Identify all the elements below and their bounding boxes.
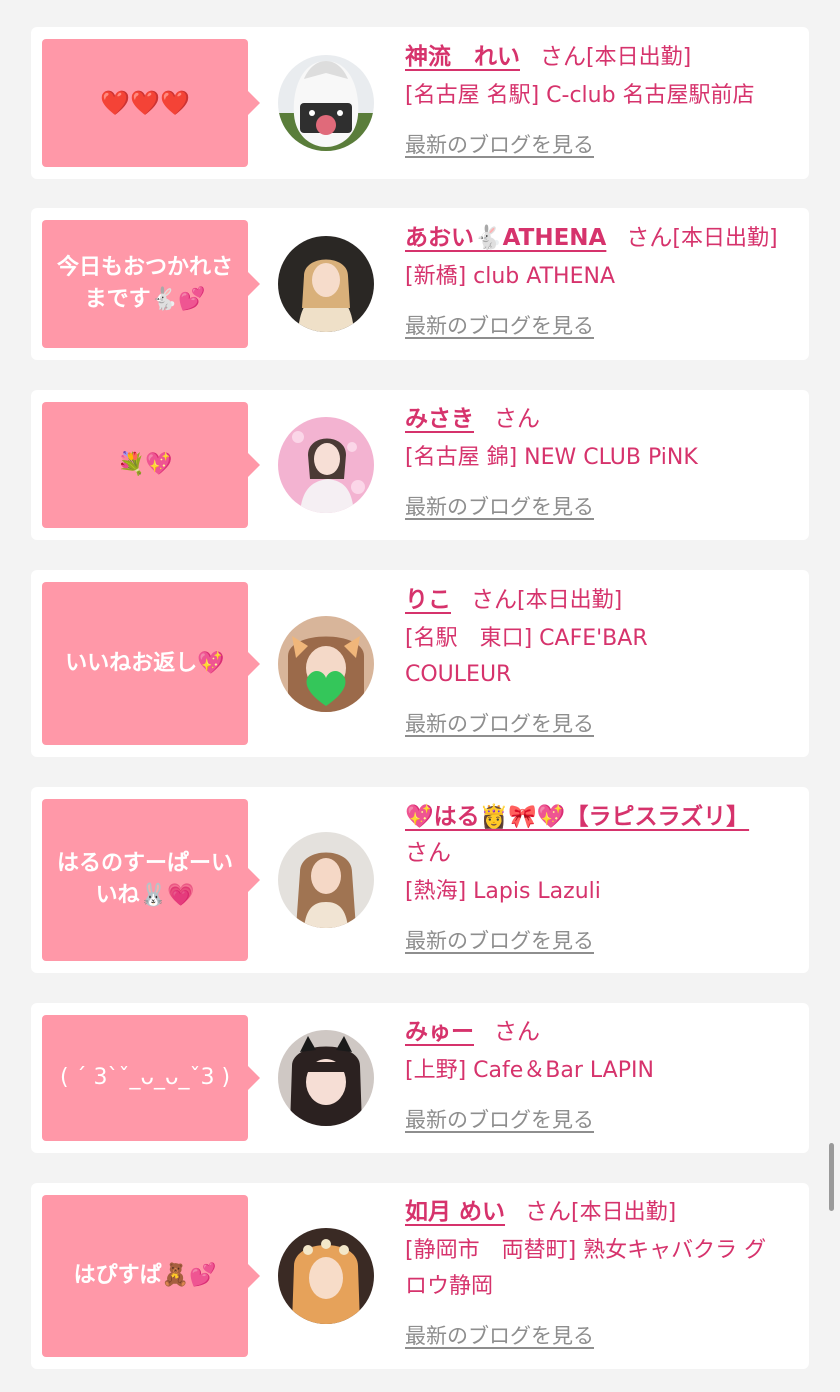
avatar[interactable] xyxy=(278,1228,374,1324)
latest-blog-link[interactable]: 最新のブログを見る xyxy=(405,311,803,341)
avatar-image xyxy=(278,55,374,151)
honorific: さん xyxy=(494,406,540,432)
comment-bubble: ❤️❤️❤️ xyxy=(42,39,260,167)
entry-info: みゅー さん [上野] Cafe＆Bar LAPIN 最新のブログを見る xyxy=(405,1014,803,1135)
name-line: りこ さん[本日出勤] xyxy=(405,582,803,619)
cast-name-link[interactable]: 如月 めい xyxy=(405,1199,505,1225)
latest-blog-link[interactable]: 最新のブログを見る xyxy=(405,1321,803,1351)
name-line: 💖はる👸🎀💖【ラピスラズリ】さん xyxy=(405,799,749,872)
entry-info: 💖はる👸🎀💖【ラピスラズリ】さん [熱海] Lapis Lazuli 最新のブロ… xyxy=(405,799,803,956)
cast-name-link[interactable]: 神流 れい xyxy=(405,44,520,70)
avatar[interactable] xyxy=(278,616,374,712)
list-item: ❤️❤️❤️ 神流 れい さん[本日出勤] [名古屋 名駅] C-club 名古屋… xyxy=(31,27,809,179)
avatar-image xyxy=(278,417,374,513)
avatar[interactable] xyxy=(278,1030,374,1126)
blog-recommendation-list: ❤️❤️❤️ 神流 れい さん[本日出勤] [名古屋 名駅] C-club 名古屋… xyxy=(0,0,840,1392)
avatar-image xyxy=(278,832,374,928)
avatar-image xyxy=(278,1030,374,1126)
entry-info: りこ さん[本日出勤] [名駅 東口] CAFE'BAR COULEUR 最新のブ… xyxy=(405,582,803,739)
latest-blog-link[interactable]: 最新のブログを見る xyxy=(405,1105,803,1135)
comment-bubble: はぴすぱ🧸💕 xyxy=(42,1195,260,1357)
latest-blog-link[interactable]: 最新のブログを見る xyxy=(405,926,803,956)
cast-name-link[interactable]: みさき xyxy=(405,406,474,432)
comment-bubble: 💐💖 xyxy=(42,402,260,528)
avatar[interactable] xyxy=(278,236,374,332)
latest-blog-link[interactable]: 最新のブログを見る xyxy=(405,130,803,160)
honorific: さん xyxy=(525,1199,572,1225)
latest-blog-link[interactable]: 最新のブログを見る xyxy=(405,492,803,522)
name-line: あおい🐇ATHENA さん[本日出勤] xyxy=(405,220,803,257)
name-line: 神流 れい さん[本日出勤] xyxy=(405,39,803,76)
scrollbar[interactable] xyxy=(829,1143,834,1211)
shift-status: [本日出勤] xyxy=(586,45,692,70)
entry-info: 神流 れい さん[本日出勤] [名古屋 名駅] C-club 名古屋駅前店 最新の… xyxy=(405,39,803,160)
list-item: 💐💖 みさき さん [名古屋 錦] NEW CLUB PiNK 最新のブログを見る xyxy=(31,390,809,540)
shift-status: [本日出勤] xyxy=(571,1200,677,1225)
latest-blog-link[interactable]: 最新のブログを見る xyxy=(405,709,803,739)
list-item: いいねお返し💖 りこ さん[本日出勤] [名駅 東口] CAFE'BAR COUL… xyxy=(31,570,809,757)
shop-label: [熱海] Lapis Lazuli xyxy=(405,879,601,904)
shop-label: [上野] Cafe＆Bar LAPIN xyxy=(405,1058,654,1083)
name-line: みゅー さん xyxy=(405,1014,803,1051)
name-line: 如月 めい さん[本日出勤] xyxy=(405,1194,803,1231)
shop-label: [名駅 東口] CAFE'BAR COULEUR xyxy=(405,626,648,687)
shop-label: [静岡市 両替町] 熟女キャバクラ グロウ静岡 xyxy=(405,1238,767,1299)
entry-info: みさき さん [名古屋 錦] NEW CLUB PiNK 最新のブログを見る xyxy=(405,401,803,522)
shop-label: [名古屋 名駅] C-club 名古屋駅前店 xyxy=(405,83,755,108)
avatar[interactable] xyxy=(278,417,374,513)
honorific: さん xyxy=(405,840,451,866)
comment-bubble: 今日もおつかれさ まです🐇💕 xyxy=(42,220,260,348)
avatar-image xyxy=(278,236,374,332)
list-item: 今日もおつかれさ まです🐇💕 あおい🐇ATHENA さん[本日出勤] [新橋] c… xyxy=(31,208,809,360)
shop-label: [名古屋 錦] NEW CLUB PiNK xyxy=(405,445,698,470)
shift-status: [本日出勤] xyxy=(672,226,778,251)
shop-label: [新橋] club ATHENA xyxy=(405,264,615,289)
comment-bubble: はるのすーぱーい いね🐰💗 xyxy=(42,799,260,961)
cast-name-link[interactable]: あおい🐇ATHENA xyxy=(405,225,606,251)
comment-bubble: ( ´ 3`ˇ_ᴗ_ᴗ_ˇ3 ) xyxy=(42,1015,260,1141)
entry-info: 如月 めい さん[本日出勤] [静岡市 両替町] 熟女キャバクラ グロウ静岡 最新… xyxy=(405,1194,803,1351)
cast-name-link[interactable]: 💖はる👸🎀💖【ラピスラズリ】 xyxy=(405,804,749,830)
honorific: さん xyxy=(540,44,586,70)
honorific: さん xyxy=(471,587,517,613)
comment-bubble: いいねお返し💖 xyxy=(42,582,260,745)
cast-name-link[interactable]: みゅー xyxy=(405,1019,474,1045)
cast-name-link[interactable]: りこ xyxy=(405,587,451,613)
list-item: ( ´ 3`ˇ_ᴗ_ᴗ_ˇ3 ) みゅー さん [上野] Cafe＆Bar LAP… xyxy=(31,1003,809,1153)
avatar[interactable] xyxy=(278,55,374,151)
list-item: はるのすーぱーい いね🐰💗 💖はる👸🎀💖【ラピスラズリ】さん [熱海] Lapi… xyxy=(31,787,809,973)
avatar-image xyxy=(278,1228,374,1324)
avatar[interactable] xyxy=(278,832,374,928)
list-item: はぴすぱ🧸💕 如月 めい さん[本日出勤] [静岡市 両替町] 熟女キャバクラ グ… xyxy=(31,1183,809,1369)
entry-info: あおい🐇ATHENA さん[本日出勤] [新橋] club ATHENA 最新のブ… xyxy=(405,220,803,341)
honorific: さん xyxy=(626,225,673,251)
shift-status: [本日出勤] xyxy=(517,588,623,613)
avatar-image xyxy=(278,616,374,712)
name-line: みさき さん xyxy=(405,401,803,438)
honorific: さん xyxy=(494,1019,540,1045)
